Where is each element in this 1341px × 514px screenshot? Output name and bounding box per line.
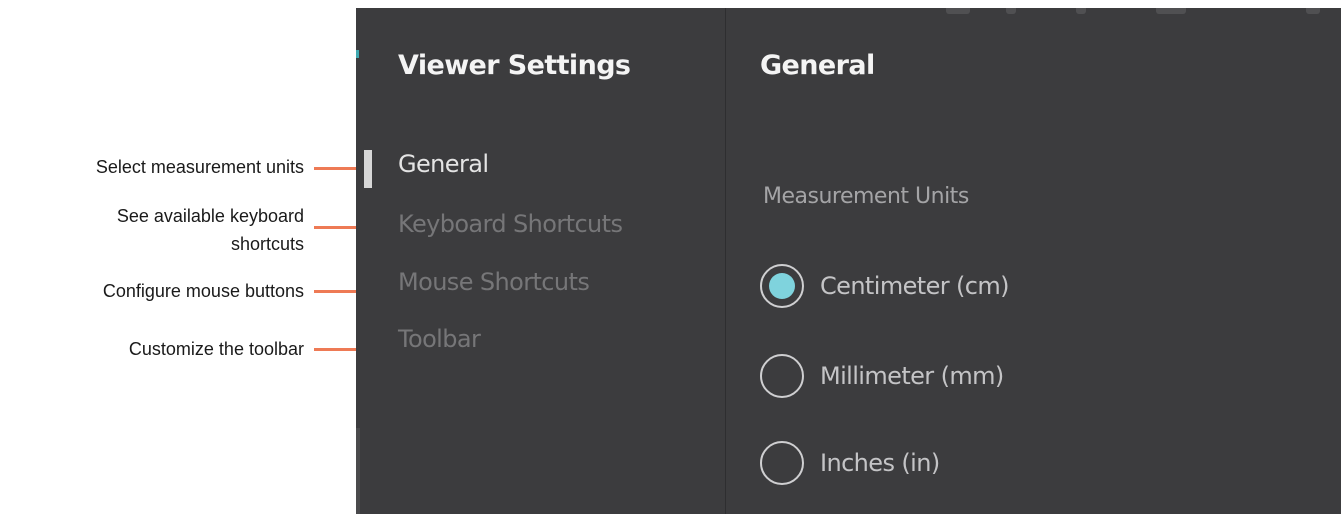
top-edge-artifact <box>1076 8 1086 14</box>
callout-mouse: Configure mouse buttons <box>102 281 304 301</box>
radio-selected-dot <box>769 273 795 299</box>
top-edge-artifact <box>1306 8 1320 14</box>
radio-button-checked[interactable] <box>760 264 804 308</box>
radio-label-inches: Inches (in) <box>820 449 940 477</box>
top-edge-artifact <box>1156 8 1186 14</box>
active-nav-indicator <box>364 150 372 188</box>
sidebar-title: Viewer Settings <box>398 50 631 81</box>
sidebar-item-toolbar[interactable]: Toolbar <box>398 325 481 353</box>
radio-option-millimeter[interactable]: Millimeter (mm) <box>760 351 1004 401</box>
callout-keyboard-line1: See available keyboard <box>116 206 304 226</box>
edge-accent <box>356 50 359 58</box>
radio-label-centimeter: Centimeter (cm) <box>820 272 1010 300</box>
sidebar-item-keyboard-shortcuts[interactable]: Keyboard Shortcuts <box>398 210 623 238</box>
measurement-units-label: Measurement Units <box>763 184 969 209</box>
viewer-settings-panel: Viewer Settings General Keyboard Shortcu… <box>356 8 1341 514</box>
callout-general: Select measurement units <box>95 157 304 177</box>
radio-label-millimeter: Millimeter (mm) <box>820 362 1004 390</box>
callout-toolbar: Customize the toolbar <box>128 339 304 359</box>
radio-option-inches[interactable]: Inches (in) <box>760 438 940 488</box>
annotated-screenshot: Select measurement units See available k… <box>0 0 1341 514</box>
edge-shadow <box>356 428 360 514</box>
top-edge-artifact <box>1006 8 1016 14</box>
sidebar-item-mouse-shortcuts[interactable]: Mouse Shortcuts <box>398 268 590 296</box>
top-edge-artifact <box>946 8 970 14</box>
radio-button-unchecked[interactable] <box>760 441 804 485</box>
callout-keyboard-line2: shortcuts <box>230 234 304 254</box>
radio-button-unchecked[interactable] <box>760 354 804 398</box>
page-title: General <box>760 50 875 81</box>
radio-option-centimeter[interactable]: Centimeter (cm) <box>760 261 1010 311</box>
sidebar-item-general[interactable]: General <box>398 150 489 178</box>
panel-divider <box>725 8 726 514</box>
